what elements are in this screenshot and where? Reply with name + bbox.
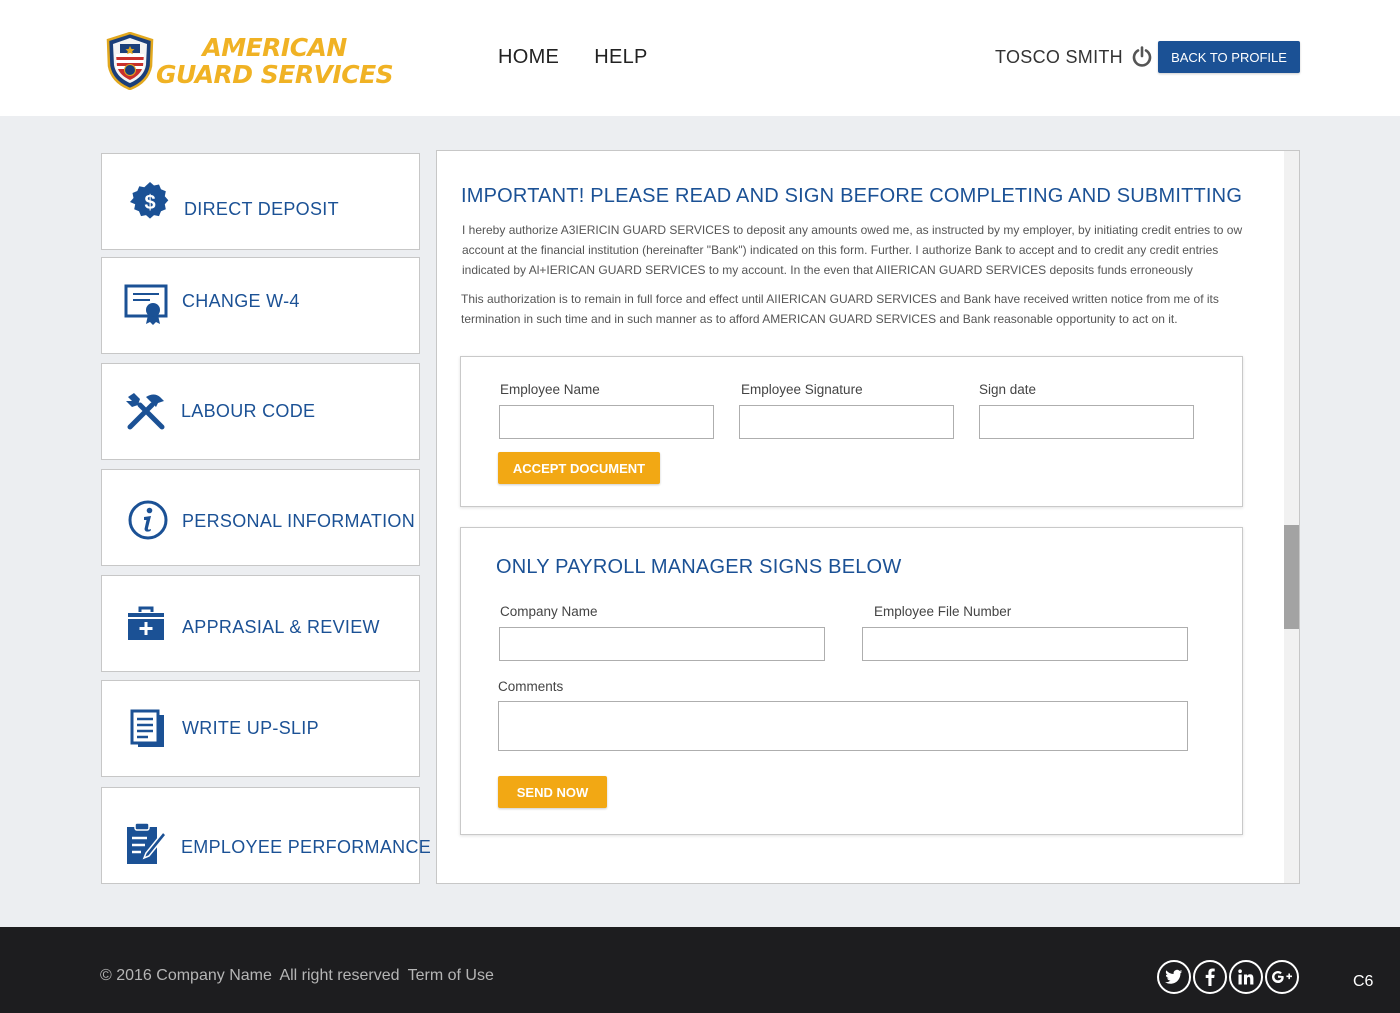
- comments-label: Comments: [498, 679, 564, 694]
- sidebar-item-label: WRITE UP-SLIP: [182, 718, 319, 738]
- sidebar-item-personal-information[interactable]: PERSONAL INFORMATION: [101, 469, 420, 566]
- sidebar-item-label: CHANGE W-4: [182, 291, 300, 311]
- brand-wordmark: AMERICAN GUARD SERVICES: [156, 33, 394, 89]
- sign-date-input[interactable]: [979, 405, 1194, 439]
- rights-text: All right reserved: [279, 967, 400, 984]
- employee-signature-input[interactable]: [739, 405, 954, 439]
- medical-briefcase-icon: [124, 602, 168, 646]
- user-name: TOSCO SMITH: [995, 46, 1123, 67]
- dollar-badge-icon: $: [128, 180, 172, 224]
- send-now-button[interactable]: SEND NOW: [498, 776, 607, 808]
- back-to-profile-button[interactable]: BACK TO PROFILE: [1158, 41, 1300, 73]
- shield-emblem-icon: [106, 32, 154, 90]
- brand-line2: GUARD SERVICES: [156, 60, 394, 89]
- sidebar-item-label: APPRASIAL & REVIEW: [182, 617, 380, 637]
- brand-line1: AMERICAN: [202, 33, 347, 62]
- scrollbar-thumb[interactable]: [1284, 525, 1299, 629]
- clipboard-edit-icon: [124, 822, 168, 866]
- nav-help-link[interactable]: HELP: [594, 46, 647, 69]
- sidebar-item-label: PERSONAL INFORMATION: [182, 511, 416, 531]
- sidebar-item-label: EMPLOYEE PERFORMANCE: [181, 837, 432, 857]
- page-code: C6: [1353, 973, 1374, 990]
- sidebar-item-label: DIRECT DEPOSIT: [184, 199, 339, 219]
- sidebar-item-direct-deposit[interactable]: $ DIRECT DEPOSIT: [101, 153, 420, 250]
- nav-home-link[interactable]: HOME: [498, 46, 559, 69]
- sidebar-item-write-up-slip[interactable]: WRITE UP-SLIP: [101, 680, 420, 777]
- sign-date-label: Sign date: [979, 382, 1037, 397]
- certificate-icon: [124, 282, 168, 326]
- svg-text:$: $: [144, 192, 155, 214]
- googleplus-icon[interactable]: [1265, 960, 1299, 994]
- sidebar-item-change-w4[interactable]: CHANGE W-4: [101, 257, 420, 354]
- sidebar-item-labour-code[interactable]: LABOUR CODE: [101, 363, 420, 460]
- linkedin-icon[interactable]: [1229, 960, 1263, 994]
- company-name-label: Company Name: [500, 604, 598, 619]
- facebook-icon[interactable]: [1193, 960, 1227, 994]
- authorization-paragraph: I hereby authorize A3IERICIN GUARD SERVI…: [462, 223, 1243, 277]
- brand-logo[interactable]: AMERICAN GUARD SERVICES: [106, 30, 394, 92]
- employee-name-label: Employee Name: [500, 382, 600, 397]
- sidebar-item-label: LABOUR CODE: [181, 401, 316, 421]
- page-title: IMPORTANT! PLEASE READ AND SIGN BEFORE C…: [461, 185, 1243, 207]
- employee-file-number-input[interactable]: [862, 627, 1188, 661]
- info-icon: [126, 498, 170, 542]
- social-links: [1157, 960, 1299, 994]
- copyright-text: © 2016 Company Name: [100, 967, 272, 984]
- employee-name-input[interactable]: [499, 405, 714, 439]
- user-menu: TOSCO SMITH: [995, 46, 1153, 68]
- accept-document-button[interactable]: ACCEPT DOCUMENT: [498, 452, 660, 484]
- tools-icon: [124, 390, 168, 434]
- sidebar-item-employee-performance[interactable]: EMPLOYEE PERFORMANCE: [101, 787, 431, 884]
- employee-file-number-label: Employee File Number: [874, 604, 1012, 619]
- termination-paragraph: This authorization is to remain in full …: [461, 292, 1219, 326]
- employee-signature-label: Employee Signature: [741, 382, 863, 397]
- copyright: © 2016 Company Name All right reserved T…: [100, 967, 498, 985]
- main-nav: HOME HELP: [498, 46, 648, 69]
- sidebar-item-appraisal-review[interactable]: APPRASIAL & REVIEW: [101, 575, 420, 672]
- footer: © 2016 Company Name All right reserved T…: [0, 927, 1400, 1013]
- scrollbar-track[interactable]: [1284, 151, 1299, 883]
- comments-textarea[interactable]: [498, 701, 1188, 751]
- terms-link[interactable]: Term of Use: [408, 967, 494, 984]
- document-icon: [126, 707, 170, 751]
- header: AMERICAN GUARD SERVICES HOME HELP TOSCO …: [0, 0, 1400, 116]
- company-name-input[interactable]: [499, 627, 825, 661]
- twitter-icon[interactable]: [1157, 960, 1191, 994]
- power-icon[interactable]: [1131, 46, 1153, 68]
- payroll-section-title: ONLY PAYROLL MANAGER SIGNS BELOW: [496, 556, 902, 578]
